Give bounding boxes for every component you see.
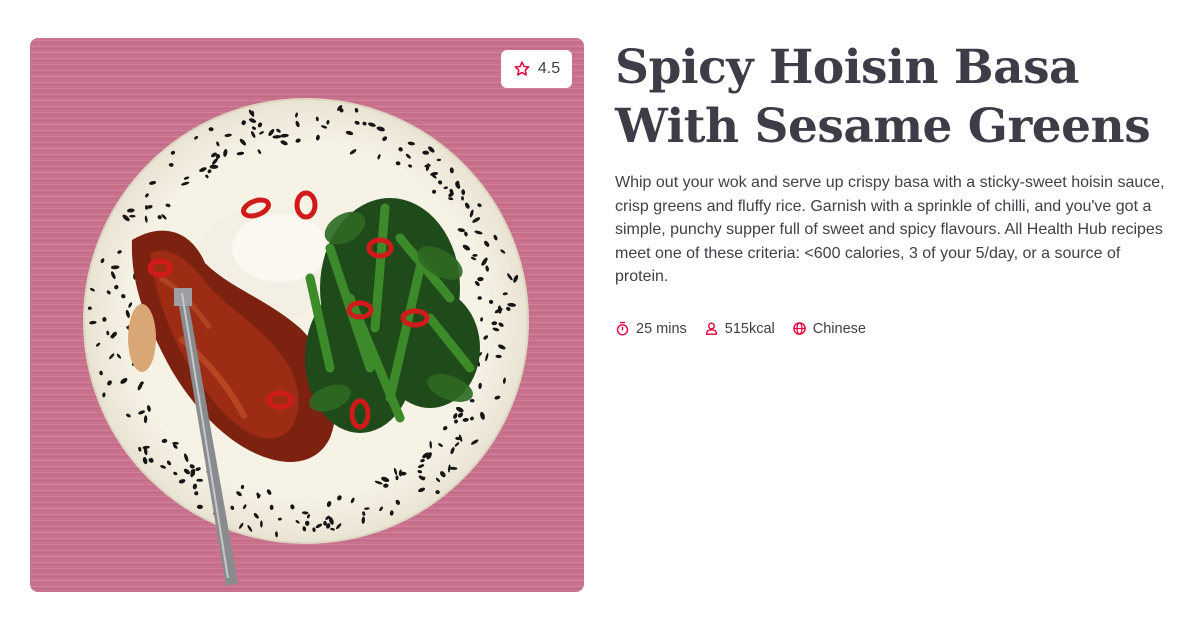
rating-value: 4.5: [537, 60, 561, 77]
meta-time-label: 25 mins: [636, 320, 687, 337]
timer-icon: [616, 321, 629, 336]
recipe-meta: 25 mins 515kcal Chinese: [615, 321, 1175, 337]
meta-time: 25 mins: [615, 321, 687, 337]
meta-cuisine: Chinese: [792, 321, 866, 337]
plate-speckle: [129, 214, 136, 218]
rating-badge[interactable]: 4.5: [501, 50, 572, 88]
meta-cuisine-label: Chinese: [812, 320, 866, 337]
plate-speckle: [209, 164, 219, 169]
person-icon: [705, 322, 717, 335]
recipe-description: Whip out your wok and serve up crispy ba…: [615, 174, 1165, 285]
plate-speckle: [196, 504, 203, 509]
recipe-photo: [30, 38, 584, 592]
meta-calories-label: 515kcal: [724, 320, 775, 337]
star-icon: [514, 61, 530, 76]
meta-calories: 515kcal: [704, 321, 775, 337]
recipe-title: Spicy Hoisin Basa With Sesame Greens: [615, 40, 1151, 154]
globe-icon: [792, 322, 806, 335]
recipe-details: Spicy Hoisin Basa With Sesame Greens Whi…: [615, 38, 1175, 337]
plate-speckle: [260, 520, 263, 528]
